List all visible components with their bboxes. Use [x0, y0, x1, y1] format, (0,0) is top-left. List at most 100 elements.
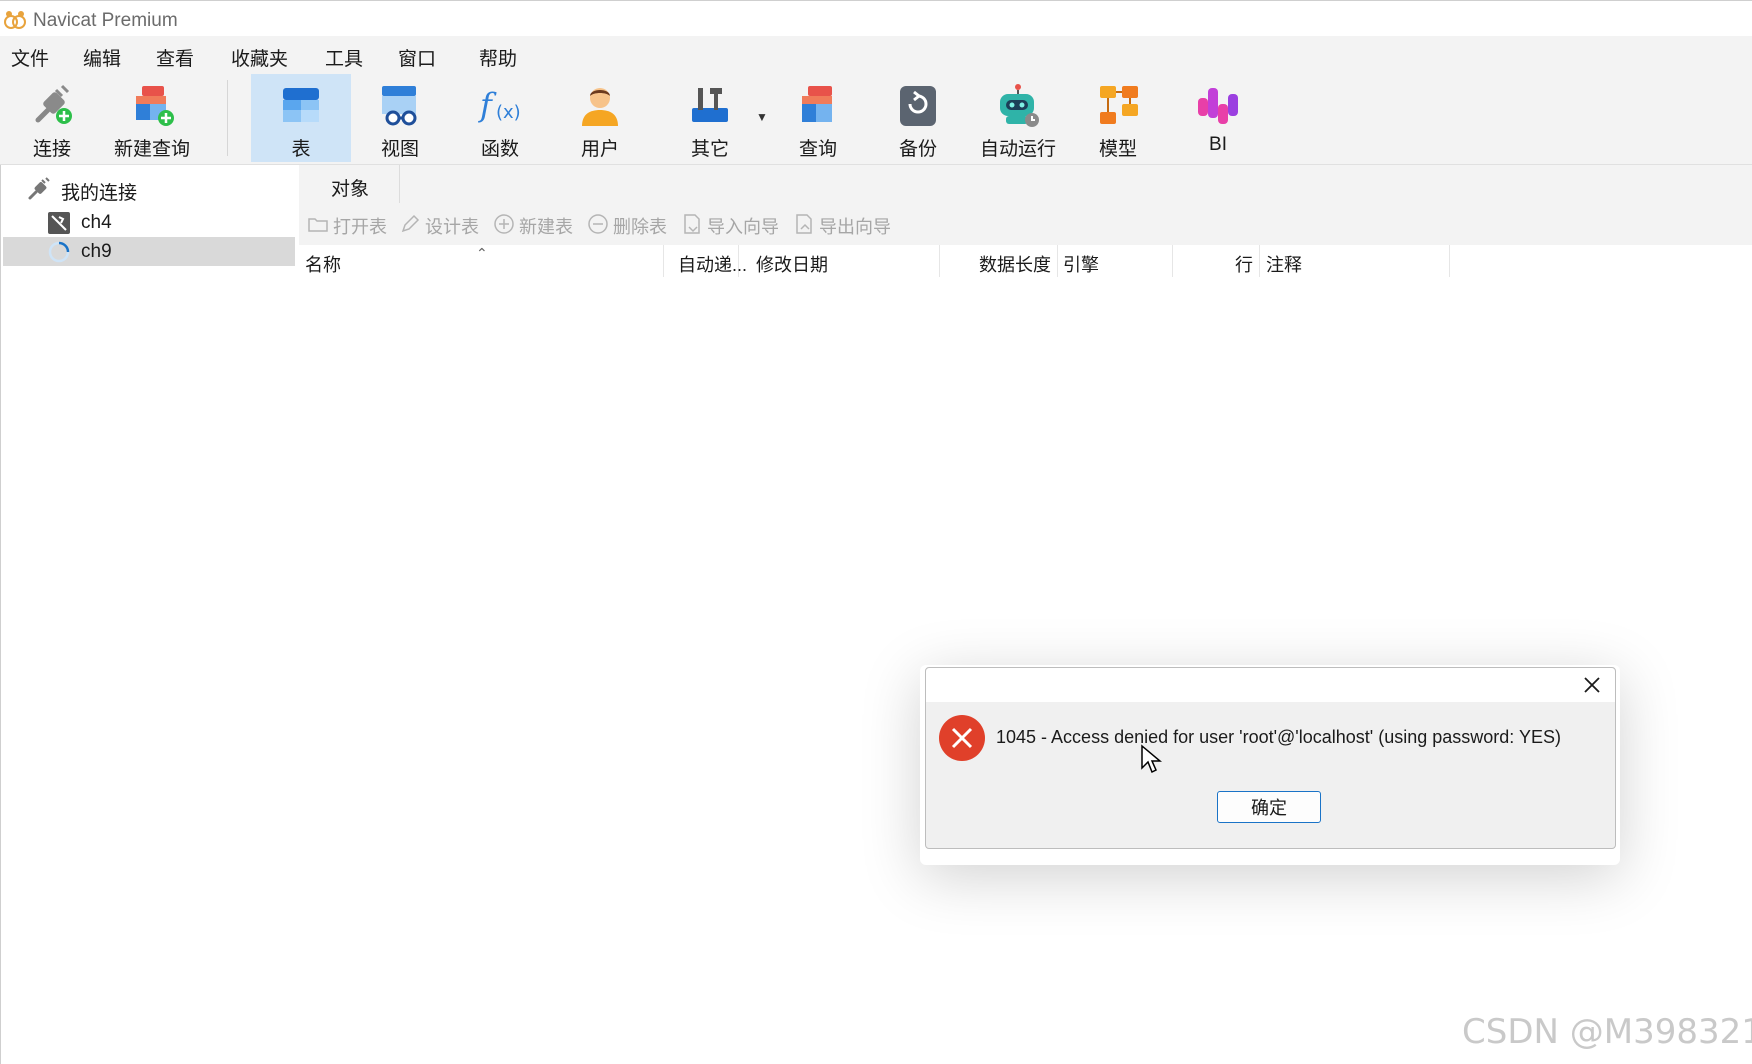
open-table-button[interactable]: 打开表	[307, 211, 391, 237]
view-icon	[382, 86, 417, 126]
sort-ascending-icon: ⌃	[476, 245, 488, 261]
toolbar-separator	[227, 80, 228, 156]
column-header-label: 行	[1235, 255, 1253, 275]
connection-sidebar: 我的连接 ch4 ch9	[0, 165, 300, 1064]
tools-icon	[692, 88, 728, 122]
menu-tools[interactable]: 工具	[325, 44, 363, 71]
folder-open-icon	[308, 218, 328, 232]
plug-add-icon	[35, 84, 72, 124]
column-header-label: 数据长度	[979, 255, 1051, 275]
object-toolbar: 打开表 设计表 新建表 删除表 导入向导 导出向导	[299, 203, 1752, 246]
model-icon	[1100, 86, 1138, 124]
tree-item-ch4[interactable]: ch4	[3, 208, 295, 237]
menu-help[interactable]: 帮助	[479, 44, 517, 71]
close-icon[interactable]	[1581, 674, 1603, 696]
minus-circle-icon	[588, 214, 608, 234]
import-icon	[684, 214, 700, 234]
export-wizard-label: 导出向导	[819, 217, 891, 237]
user-button[interactable]: 用户	[562, 74, 638, 162]
column-header-name[interactable]: 名称 ⌃	[299, 245, 664, 277]
object-table-header: 名称 ⌃ 自动递... 修改日期 数据长度 引擎 行 注释	[299, 245, 1752, 277]
column-header-label: 注释	[1266, 255, 1302, 275]
column-header-data-length[interactable]: 数据长度	[940, 245, 1058, 277]
navicat-logo-icon	[4, 11, 26, 29]
robot-icon	[1000, 84, 1039, 127]
tab-objects[interactable]: 对象	[299, 165, 400, 203]
new-query-icon	[136, 86, 174, 126]
design-table-label: 设计表	[425, 217, 479, 237]
other-dropdown-arrow-icon[interactable]: ▼	[756, 110, 768, 124]
new-query-button[interactable]: 新建查询	[110, 74, 194, 162]
plug-icon	[28, 177, 50, 200]
user-icon	[582, 88, 618, 126]
bi-label: BI	[1209, 134, 1227, 155]
design-table-button[interactable]: 设计表	[399, 211, 483, 237]
tab-strip: 对象	[299, 165, 1752, 204]
error-message: 1045 - Access denied for user 'root'@'lo…	[996, 727, 1561, 747]
error-icon	[939, 715, 985, 761]
user-label: 用户	[580, 139, 619, 160]
svg-text:(x): (x)	[496, 102, 521, 123]
tab-objects-label: 对象	[331, 179, 370, 200]
new-table-button[interactable]: 新建表	[493, 211, 577, 237]
column-header-label: 名称	[305, 255, 341, 275]
bi-chart-icon	[1198, 88, 1238, 124]
connect-label: 连接	[32, 139, 71, 160]
new-table-label: 新建表	[519, 217, 573, 237]
mouse-cursor-icon	[1141, 744, 1162, 774]
column-header-rows[interactable]: 行	[1173, 245, 1260, 277]
bi-button[interactable]: BI	[1180, 74, 1256, 162]
menu-favorites[interactable]: 收藏夹	[231, 44, 288, 71]
column-header-label: 修改日期	[756, 255, 828, 275]
tree-item-label: ch9	[81, 241, 112, 262]
backup-button[interactable]: 备份	[880, 74, 956, 162]
table-icon	[283, 88, 319, 122]
menu-edit[interactable]: 编辑	[83, 44, 121, 71]
svg-text:f: f	[478, 86, 497, 124]
watermark: CSDN @M398321	[1462, 1012, 1752, 1052]
menu-window[interactable]: 窗口	[398, 44, 436, 71]
function-fx-icon: f (x)	[478, 86, 521, 124]
model-label: 模型	[1098, 139, 1137, 160]
automation-label: 自动运行	[979, 139, 1056, 160]
menu-file[interactable]: 文件	[11, 44, 49, 71]
column-header-label: 引擎	[1063, 255, 1099, 275]
main-panel: 对象 打开表 设计表 新建表 删除表 导入向导 导出向导 名称 ⌃ 自动递...…	[299, 165, 1752, 1064]
query-button[interactable]: 查询	[780, 74, 856, 162]
tree-item-ch9[interactable]: ch9	[3, 237, 295, 266]
new-query-label: 新建查询	[113, 139, 190, 160]
other-label: 其它	[690, 139, 729, 160]
loading-spinner-icon	[48, 241, 70, 263]
tree-item-label: ch4	[81, 212, 112, 233]
model-button[interactable]: 模型	[1080, 74, 1156, 162]
table-label: 表	[291, 139, 311, 160]
connect-button[interactable]: 连接	[12, 74, 92, 162]
query-icon	[802, 86, 832, 122]
column-header-auto-increment[interactable]: 自动递...	[664, 245, 747, 277]
table-button[interactable]: 表	[251, 74, 351, 162]
delete-table-button[interactable]: 删除表	[587, 211, 671, 237]
open-table-label: 打开表	[333, 217, 387, 237]
column-header-comment[interactable]: 注释	[1260, 245, 1450, 277]
function-button[interactable]: f (x) 函数	[462, 74, 538, 162]
column-header-label: 自动递...	[678, 255, 748, 275]
plus-circle-icon	[494, 214, 514, 234]
window-title: Navicat Premium	[33, 10, 178, 31]
tree-root-my-connections[interactable]: 我的连接	[27, 175, 287, 204]
automation-button[interactable]: 自动运行	[972, 74, 1064, 162]
ok-button[interactable]: 确定	[1217, 791, 1321, 823]
column-header-modified-date[interactable]: 修改日期	[739, 245, 940, 277]
column-header-engine[interactable]: 引擎	[1058, 245, 1173, 277]
error-dialog: 1045 - Access denied for user 'root'@'lo…	[925, 667, 1616, 849]
function-label: 函数	[480, 139, 519, 160]
export-wizard-button[interactable]: 导出向导	[793, 211, 897, 237]
other-button[interactable]: 其它	[670, 74, 750, 162]
view-label: 视图	[380, 139, 419, 160]
import-wizard-button[interactable]: 导入向导	[681, 211, 785, 237]
view-button[interactable]: 视图	[362, 74, 438, 162]
dialog-title-bar	[926, 668, 1615, 702]
query-label: 查询	[798, 139, 837, 160]
menu-view[interactable]: 查看	[156, 44, 194, 71]
delete-table-label: 删除表	[613, 217, 667, 237]
connection-offline-icon	[48, 212, 70, 234]
